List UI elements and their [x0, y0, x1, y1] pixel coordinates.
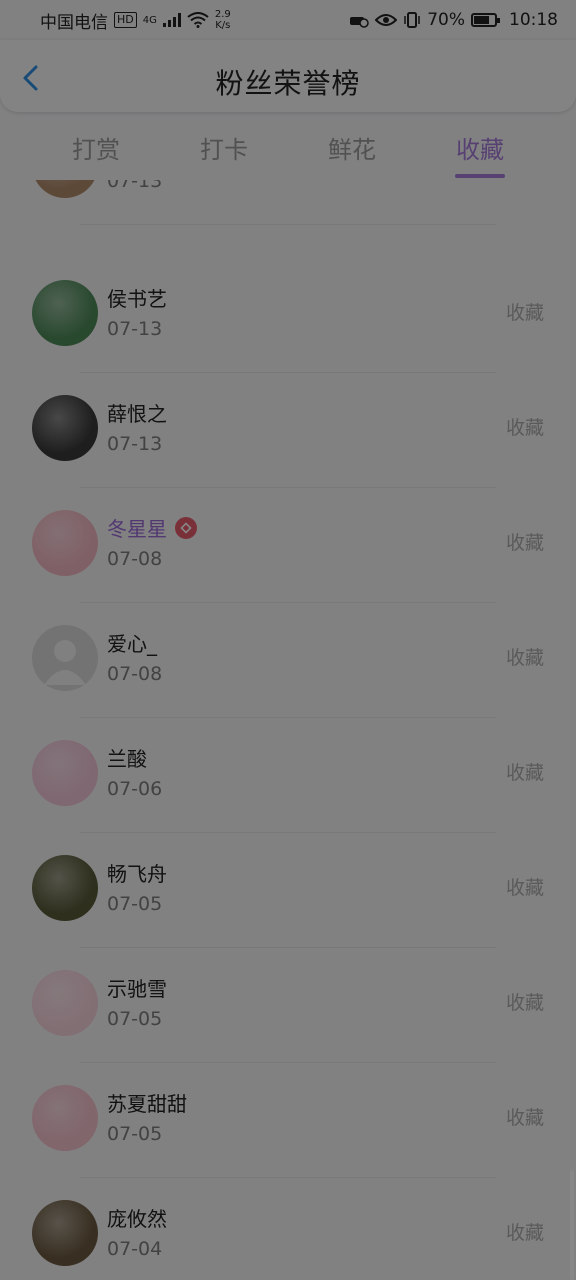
tab-reward[interactable]: 打赏	[46, 130, 146, 165]
avatar[interactable]	[32, 180, 98, 198]
user-name: 畅飞舟	[107, 862, 167, 886]
avatar[interactable]	[32, 1085, 98, 1151]
action-label: 收藏	[505, 532, 544, 554]
signal-icon	[162, 13, 181, 27]
action-label: 收藏	[505, 877, 544, 899]
favorite-date: 07-05	[107, 1123, 163, 1145]
clock: 10:18	[509, 10, 558, 30]
car-mode-icon	[350, 17, 369, 28]
action-label: 收藏	[505, 1222, 544, 1244]
action-label: 收藏	[505, 1107, 544, 1129]
tab-flowers[interactable]: 鲜花	[302, 130, 402, 165]
user-name: 侯书艺	[107, 287, 167, 311]
action-label: 收藏	[505, 647, 544, 669]
user-name: 冬星星	[107, 513, 197, 542]
net-speed: 2.9 K/s	[215, 9, 231, 31]
scrollbar[interactable]	[570, 1170, 574, 1280]
list-item[interactable]: 爱心_ 07-08 收藏	[0, 603, 576, 718]
list-item[interactable]: 薛恨之 07-13 收藏	[0, 373, 576, 488]
favorite-date: 07-08	[107, 548, 163, 570]
net-speed-unit: K/s	[215, 20, 231, 31]
battery-percent: 70%	[427, 10, 465, 30]
action-label: 收藏	[505, 417, 544, 439]
eye-icon	[375, 14, 398, 26]
tab-checkin[interactable]: 打卡	[174, 130, 274, 165]
page-title: 粉丝荣誉榜	[215, 67, 361, 100]
active-tab-indicator	[455, 174, 505, 178]
top-nav-bar: 粉丝荣誉榜	[0, 40, 576, 112]
favorite-date: 07-13	[107, 318, 163, 340]
user-name: 苏夏甜甜	[107, 1092, 187, 1116]
action-label: 收藏	[505, 762, 544, 784]
fan-list[interactable]: 07-13 收藏 侯书艺 07-13 收藏 薛恨之 07-13 收藏 冬星星 0…	[0, 180, 576, 1280]
avatar[interactable]	[32, 855, 98, 921]
user-name: 兰酸	[107, 747, 147, 771]
user-name: 示驰雪	[107, 977, 167, 1001]
network-label: 4G	[142, 14, 157, 26]
vibrate-icon	[404, 12, 420, 28]
diamond-vip-icon	[175, 517, 197, 539]
avatar[interactable]	[32, 280, 98, 346]
battery-icon	[471, 13, 500, 27]
tab-favorites[interactable]: 收藏	[430, 130, 530, 165]
tab-bar: 打赏 打卡 鲜花 收藏	[0, 118, 576, 182]
user-name: 薛恨之	[107, 402, 167, 426]
user-name-text: 冬星星	[107, 517, 167, 541]
favorite-date: 07-13	[107, 433, 163, 455]
list-item[interactable]: 兰酸 07-06 收藏	[0, 718, 576, 833]
status-bar: 中国电信 HD 4G 2.9 K/s 70% 10:18	[0, 0, 576, 40]
list-item[interactable]: 庞攸然 07-04 收藏	[0, 1178, 576, 1280]
favorite-date: 07-06	[107, 778, 163, 800]
avatar[interactable]	[32, 395, 98, 461]
favorite-date: 07-04	[107, 1238, 163, 1260]
avatar[interactable]	[32, 510, 98, 576]
favorite-date: 07-05	[107, 1008, 163, 1030]
action-label: 收藏	[505, 992, 544, 1014]
avatar[interactable]	[32, 1200, 98, 1266]
list-item[interactable]: 冬星星 07-08 收藏	[0, 488, 576, 603]
list-item[interactable]: 侯书艺 07-13 收藏	[0, 258, 576, 373]
favorite-date: 07-05	[107, 893, 163, 915]
carrier-label: 中国电信	[40, 12, 108, 33]
user-name: 庞攸然	[107, 1207, 167, 1231]
list-item[interactable]: 苏夏甜甜 07-05 收藏	[0, 1063, 576, 1178]
favorite-date: 07-08	[107, 663, 163, 685]
wifi-icon	[187, 12, 209, 28]
default-avatar-icon[interactable]	[32, 625, 98, 691]
list-item[interactable]: 07-13 收藏	[0, 180, 576, 225]
favorite-date: 07-13	[107, 180, 163, 192]
divider	[80, 224, 496, 225]
list-item[interactable]: 示驰雪 07-05 收藏	[0, 948, 576, 1063]
list-item[interactable]: 畅飞舟 07-05 收藏	[0, 833, 576, 948]
avatar[interactable]	[32, 970, 98, 1036]
hd-badge: HD	[114, 12, 137, 28]
net-speed-value: 2.9	[214, 9, 231, 20]
avatar[interactable]	[32, 740, 98, 806]
user-name: 爱心_	[107, 632, 157, 656]
app-screen: 中国电信 HD 4G 2.9 K/s 70% 10:18 粉丝荣誉榜 打赏 打卡…	[0, 0, 576, 1280]
action-label: 收藏	[505, 302, 544, 324]
